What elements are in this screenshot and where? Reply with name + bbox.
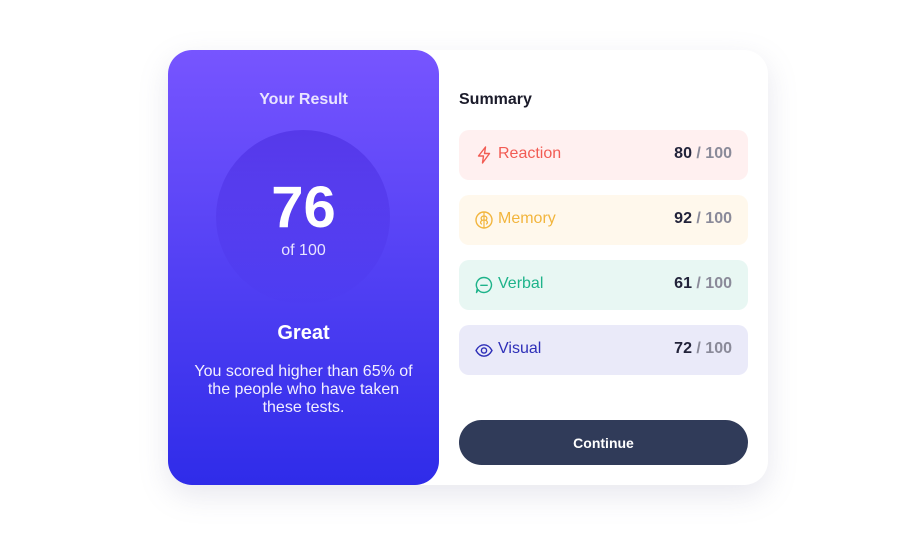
summary-item-max: / 100 xyxy=(691,145,732,162)
summary-item-visual: Visual 72 / 100 xyxy=(459,325,748,375)
score-max: of 100 xyxy=(281,242,326,259)
summary-item-label: Verbal xyxy=(498,275,544,292)
lightning-icon xyxy=(477,146,491,164)
brain-icon xyxy=(475,211,493,229)
summary-item-reaction: Reaction 80 / 100 xyxy=(459,130,748,180)
summary-item-max: / 100 xyxy=(691,210,732,227)
score-value: 76 xyxy=(271,175,336,240)
summary-item-label: Visual xyxy=(498,340,542,357)
summary-item-value: 80 xyxy=(674,145,692,162)
summary-item-score: 72 / 100 xyxy=(674,340,732,358)
summary-item-value: 72 xyxy=(674,340,692,357)
summary-item-label: Reaction xyxy=(498,145,562,162)
summary-item-score: 92 / 100 xyxy=(674,210,732,228)
results-card: Your Result 76 of 100 Great You scored h… xyxy=(168,50,768,485)
continue-button[interactable]: Continue xyxy=(459,420,748,465)
rating-label: Great xyxy=(277,322,330,344)
result-panel: Your Result 76 of 100 Great You scored h… xyxy=(168,50,439,485)
summary-item-score: 61 / 100 xyxy=(674,275,732,293)
result-message: You scored higher than 65% of the people… xyxy=(194,363,413,416)
result-title: Your Result xyxy=(259,91,348,108)
summary-item-value: 61 xyxy=(674,275,692,292)
summary-title: Summary xyxy=(459,91,532,108)
summary-item-max: / 100 xyxy=(691,340,732,357)
summary-item-verbal: Verbal 61 / 100 xyxy=(459,260,748,310)
eye-icon xyxy=(475,344,493,357)
summary-item-score: 80 / 100 xyxy=(674,145,732,163)
chat-bubble-icon xyxy=(475,276,493,294)
summary-item-max: / 100 xyxy=(691,275,732,292)
summary-item-value: 92 xyxy=(674,210,692,227)
summary-item-memory: Memory 92 / 100 xyxy=(459,195,748,245)
summary-item-label: Memory xyxy=(498,210,556,227)
